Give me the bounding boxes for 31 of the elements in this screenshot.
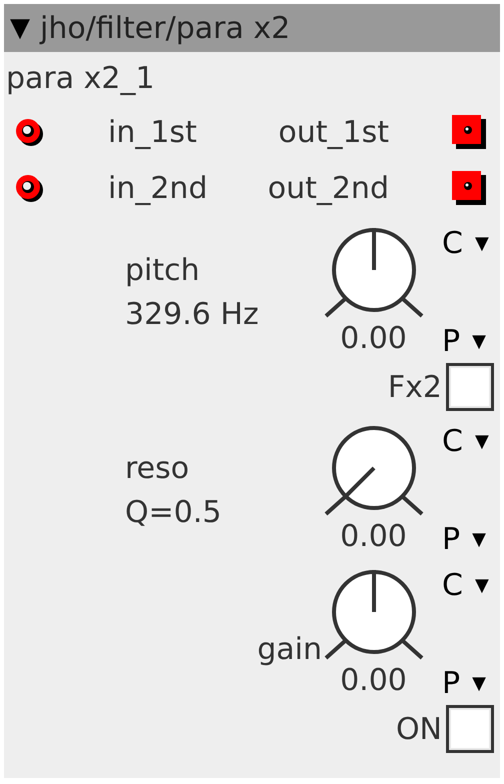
title-bar[interactable]: ▼ jho/filter/para x2 [4,4,500,52]
preset-menu[interactable]: P ▼ [442,666,486,702]
knob[interactable] [324,424,424,516]
inlet-label: in_1st [108,114,197,150]
toggle-label: Fx2 [388,370,442,404]
outlet-icon[interactable] [452,171,486,205]
knob-value: 0.00 [340,322,407,356]
knob[interactable] [324,226,424,318]
control-menu[interactable]: C ▼ [442,568,489,604]
control-menu[interactable]: C ▼ [442,226,489,262]
inlet-label: in_2nd [108,170,208,206]
outlet-label: out_1st [278,114,389,150]
knob[interactable] [324,568,424,660]
param-label: 329.6 Hz [125,296,259,334]
param-label: pitch [125,252,200,290]
knob-value: 0.00 [340,520,407,554]
preset-menu[interactable]: P ▼ [442,522,486,558]
collapse-arrow[interactable]: ▼ [10,13,30,43]
knob-value: 0.00 [340,664,407,698]
checkbox[interactable] [446,363,494,411]
outlet-label: out_2nd [268,170,389,206]
param-label: Q=0.5 [125,494,222,532]
toggle-label: ON [396,712,442,746]
control-menu[interactable]: C ▼ [442,424,489,460]
instance-name: para x2_1 [6,60,155,96]
outlet-icon[interactable] [452,115,486,149]
preset-menu[interactable]: P ▼ [442,324,486,360]
param-label: gain [257,631,322,669]
object-title: jho/filter/para x2 [40,10,290,46]
checkbox[interactable] [446,705,494,753]
param-label: reso [125,450,190,488]
